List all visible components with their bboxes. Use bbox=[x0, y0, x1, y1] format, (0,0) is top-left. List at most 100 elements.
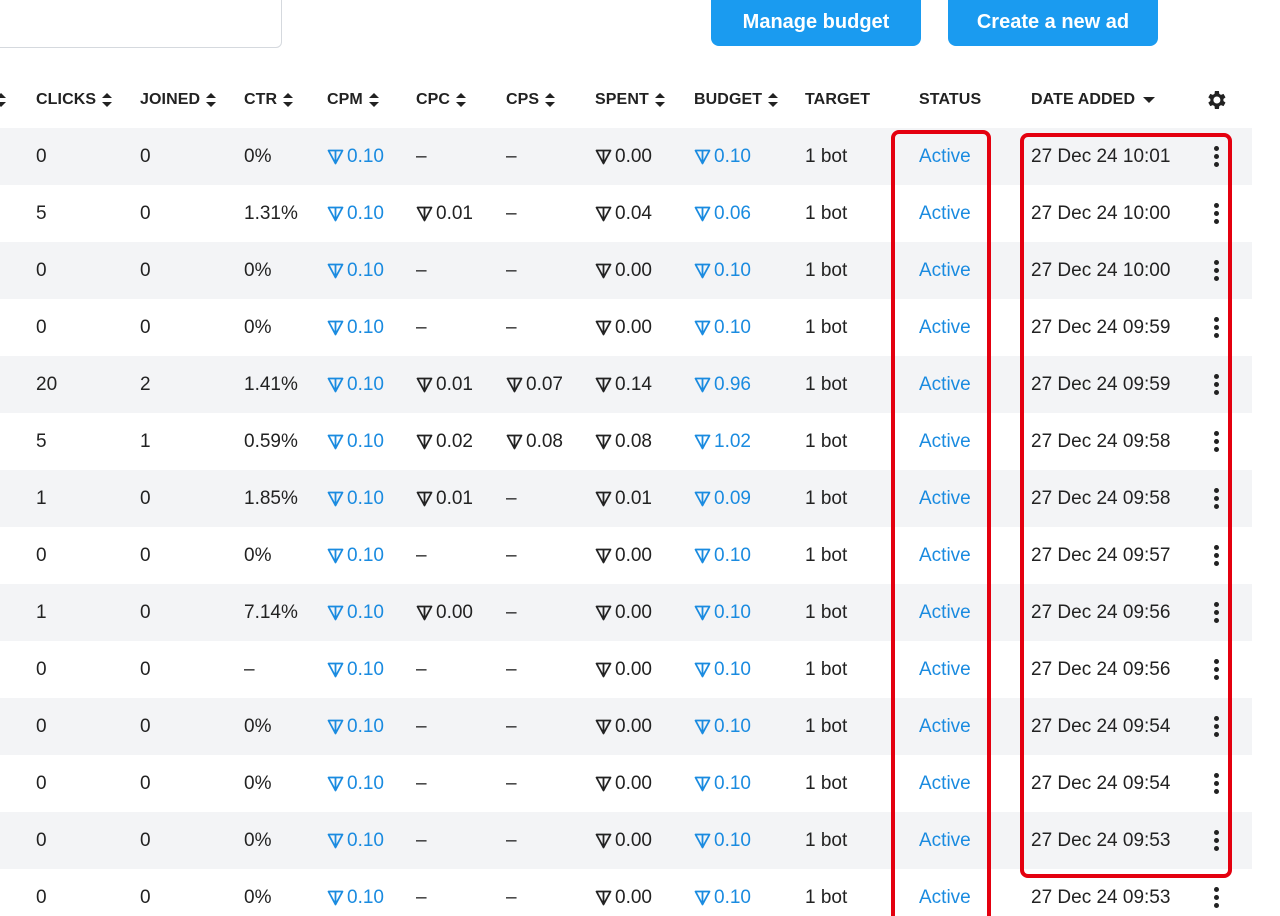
col-joined[interactable]: JOINED bbox=[140, 72, 217, 128]
cell-cpm[interactable]: 0.10 bbox=[327, 356, 384, 413]
kebab-menu-icon[interactable] bbox=[1210, 755, 1222, 812]
cell-target: 1 bot bbox=[805, 829, 848, 851]
cell-cpm[interactable]: 0.10 bbox=[327, 128, 384, 185]
cell-cpm[interactable]: 0.10 bbox=[327, 299, 384, 356]
cell-status[interactable]: Active bbox=[919, 242, 971, 299]
kebab-menu-icon[interactable] bbox=[1210, 242, 1222, 299]
cell-cpm[interactable]: 0.10 bbox=[327, 185, 384, 242]
col-cpc[interactable]: CPC bbox=[416, 72, 467, 128]
cell-clicks: 5 bbox=[36, 202, 47, 224]
sort-icon bbox=[283, 93, 294, 107]
gear-icon[interactable] bbox=[1204, 88, 1228, 112]
cell-date: 27 Dec 24 09:53 bbox=[1031, 829, 1171, 851]
cell-status[interactable]: Active bbox=[919, 356, 971, 413]
cell-status[interactable]: Active bbox=[919, 755, 971, 812]
cell-status[interactable]: Active bbox=[919, 527, 971, 584]
col-spent[interactable]: SPENT bbox=[595, 72, 665, 128]
ton-icon bbox=[327, 605, 344, 621]
kebab-menu-icon[interactable] bbox=[1210, 470, 1222, 527]
cell-budget[interactable]: 0.10 bbox=[694, 527, 751, 584]
col-budget[interactable]: BUDGET bbox=[694, 72, 779, 128]
cell-cpm[interactable]: 0.10 bbox=[327, 641, 384, 698]
kebab-menu-icon[interactable] bbox=[1210, 869, 1222, 916]
cell-spent: 0.08 bbox=[595, 413, 652, 470]
kebab-menu-icon[interactable] bbox=[1210, 185, 1222, 242]
kebab-menu-icon[interactable] bbox=[1210, 527, 1222, 584]
cell-clicks: 0 bbox=[36, 886, 47, 908]
ton-icon bbox=[595, 434, 612, 450]
cell-cpm[interactable]: 0.10 bbox=[327, 755, 384, 812]
kebab-menu-icon[interactable] bbox=[1210, 641, 1222, 698]
table-row: 0 0 0% 0.10 – – 0.00 0.10 1 bot Active 27 Dec 24 1… bbox=[0, 128, 1252, 185]
table-row: 0 0 0% 0.10 – – 0.00 0.10 1 bot Active 27 Dec 24 0… bbox=[0, 755, 1252, 812]
cell-cpm[interactable]: 0.10 bbox=[327, 869, 384, 916]
cell-status[interactable]: Active bbox=[919, 698, 971, 755]
table-row: 0 0 0% 0.10 – – 0.00 0.10 1 bot Active 27 Dec 24 0… bbox=[0, 698, 1252, 755]
cell-clicks: 0 bbox=[36, 772, 47, 794]
cell-target: 1 bot bbox=[805, 373, 848, 395]
cell-budget[interactable]: 0.10 bbox=[694, 869, 751, 916]
cell-budget[interactable]: 0.10 bbox=[694, 641, 751, 698]
cell-status[interactable]: Active bbox=[919, 299, 971, 356]
col-clicks[interactable]: CLICKS bbox=[36, 72, 113, 128]
cell-status[interactable]: Active bbox=[919, 641, 971, 698]
cell-date: 27 Dec 24 09:53 bbox=[1031, 886, 1171, 908]
cell-cpm[interactable]: 0.10 bbox=[327, 698, 384, 755]
cell-budget[interactable]: 1.02 bbox=[694, 413, 751, 470]
cell-status[interactable]: Active bbox=[919, 869, 971, 916]
kebab-menu-icon[interactable] bbox=[1210, 128, 1222, 185]
cell-budget[interactable]: 0.09 bbox=[694, 470, 751, 527]
cell-cpm[interactable]: 0.10 bbox=[327, 584, 384, 641]
cell-budget[interactable]: 0.10 bbox=[694, 698, 751, 755]
ton-icon bbox=[694, 263, 711, 279]
cell-status[interactable]: Active bbox=[919, 413, 971, 470]
manage-budget-button[interactable]: Manage budget bbox=[711, 0, 921, 46]
cell-status[interactable]: Active bbox=[919, 812, 971, 869]
cell-status[interactable]: Active bbox=[919, 128, 971, 185]
cell-cpm[interactable]: 0.10 bbox=[327, 812, 384, 869]
cell-spent: 0.00 bbox=[595, 299, 652, 356]
cell-cpm[interactable]: 0.10 bbox=[327, 527, 384, 584]
cell-target: 1 bot bbox=[805, 430, 848, 452]
col-ctr[interactable]: CTR bbox=[244, 72, 294, 128]
kebab-menu-icon[interactable] bbox=[1210, 356, 1222, 413]
cell-budget[interactable]: 0.06 bbox=[694, 185, 751, 242]
ton-icon bbox=[694, 149, 711, 165]
cell-budget[interactable]: 0.10 bbox=[694, 299, 751, 356]
cell-budget[interactable]: 0.10 bbox=[694, 755, 751, 812]
ton-icon bbox=[506, 434, 523, 450]
search-input[interactable] bbox=[0, 0, 282, 48]
cell-budget[interactable]: 0.10 bbox=[694, 584, 751, 641]
cell-budget[interactable]: 0.96 bbox=[694, 356, 751, 413]
cell-ctr: 0.59% bbox=[244, 430, 298, 452]
cell-status[interactable]: Active bbox=[919, 584, 971, 641]
kebab-menu-icon[interactable] bbox=[1210, 698, 1222, 755]
kebab-menu-icon[interactable] bbox=[1210, 812, 1222, 869]
col-prev-sort-icon[interactable] bbox=[0, 72, 10, 128]
col-status: STATUS bbox=[919, 91, 982, 108]
sort-icon bbox=[768, 93, 779, 107]
cell-budget[interactable]: 0.10 bbox=[694, 812, 751, 869]
kebab-menu-icon[interactable] bbox=[1210, 584, 1222, 641]
cell-cps: 0.07 bbox=[506, 356, 563, 413]
kebab-menu-icon[interactable] bbox=[1210, 299, 1222, 356]
create-ad-button[interactable]: Create a new ad bbox=[948, 0, 1158, 46]
ton-icon bbox=[595, 548, 612, 564]
cell-budget[interactable]: 0.10 bbox=[694, 128, 751, 185]
cell-cpm[interactable]: 0.10 bbox=[327, 242, 384, 299]
cell-budget[interactable]: 0.10 bbox=[694, 242, 751, 299]
cell-status[interactable]: Active bbox=[919, 185, 971, 242]
cell-cpm[interactable]: 0.10 bbox=[327, 470, 384, 527]
ton-icon bbox=[327, 149, 344, 165]
cell-cpc: – bbox=[416, 316, 427, 338]
cell-status[interactable]: Active bbox=[919, 470, 971, 527]
col-cps[interactable]: CPS bbox=[506, 72, 556, 128]
col-cpm[interactable]: CPM bbox=[327, 72, 379, 128]
col-date-added[interactable]: DATE ADDED bbox=[1031, 72, 1156, 128]
sort-icon bbox=[456, 93, 467, 107]
ton-icon bbox=[327, 548, 344, 564]
sort-icon bbox=[654, 93, 665, 107]
kebab-menu-icon[interactable] bbox=[1210, 413, 1222, 470]
cell-cpm[interactable]: 0.10 bbox=[327, 413, 384, 470]
ton-icon bbox=[327, 890, 344, 906]
